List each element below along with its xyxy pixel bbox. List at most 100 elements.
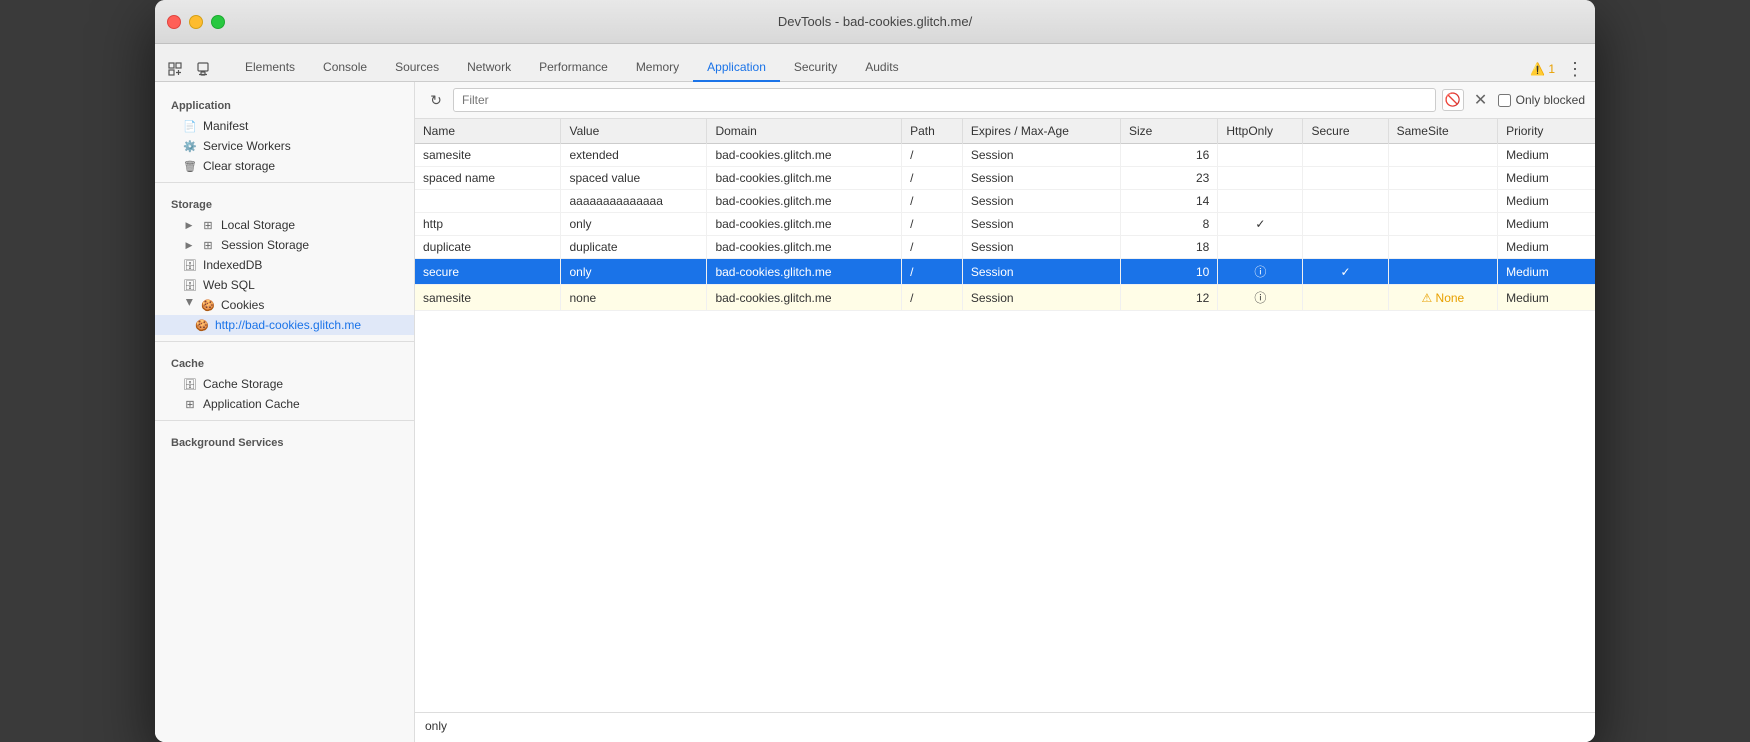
tab-sources[interactable]: Sources xyxy=(381,54,453,82)
table-row[interactable]: samesiteextendedbad-cookies.glitch.me/Se… xyxy=(415,144,1595,167)
table-cell xyxy=(1218,190,1303,213)
col-domain[interactable]: Domain xyxy=(707,119,902,144)
cache-storage-label: Cache Storage xyxy=(203,377,283,391)
table-cell: Medium xyxy=(1498,190,1595,213)
sidebar-item-indexeddb[interactable]: 🗄 IndexedDB xyxy=(155,255,414,275)
table-row[interactable]: aaaaaaaaaaaaaabad-cookies.glitch.me/Sess… xyxy=(415,190,1595,213)
tab-audits[interactable]: Audits xyxy=(851,54,912,82)
inspect-icon[interactable] xyxy=(163,57,187,81)
tab-network[interactable]: Network xyxy=(453,54,525,82)
col-priority[interactable]: Priority xyxy=(1498,119,1595,144)
table-cell: 12 xyxy=(1121,285,1218,311)
col-samesite[interactable]: SameSite xyxy=(1388,119,1497,144)
maximize-button[interactable] xyxy=(211,15,225,29)
cache-section-title: Cache xyxy=(155,348,414,374)
toolbar-icons xyxy=(163,57,215,81)
table-cell: 16 xyxy=(1121,144,1218,167)
table-cell xyxy=(1388,236,1497,259)
tab-security[interactable]: Security xyxy=(780,54,851,82)
table-cell: 14 xyxy=(1121,190,1218,213)
table-cell: Session xyxy=(962,285,1120,311)
sidebar-item-manifest[interactable]: 📄 Manifest xyxy=(155,116,414,136)
tab-elements[interactable]: Elements xyxy=(231,54,309,82)
expand-session-storage-icon: ▶ xyxy=(183,239,195,251)
table-cell: / xyxy=(902,167,963,190)
only-blocked-label[interactable]: Only blocked xyxy=(1498,93,1585,107)
col-secure[interactable]: Secure xyxy=(1303,119,1388,144)
background-services-title: Background Services xyxy=(155,427,414,453)
expand-local-storage-icon: ▶ xyxy=(183,219,195,231)
col-httponly[interactable]: HttpOnly xyxy=(1218,119,1303,144)
table-cell xyxy=(1303,285,1388,311)
web-sql-label: Web SQL xyxy=(203,278,255,292)
minimize-button[interactable] xyxy=(189,15,203,29)
table-cell: Medium xyxy=(1498,213,1595,236)
sidebar-divider-3 xyxy=(155,420,414,421)
cookies-icon: 🍪 xyxy=(201,298,215,312)
table-cell: 18 xyxy=(1121,236,1218,259)
storage-section-title: Storage xyxy=(155,189,414,215)
table-cell: bad-cookies.glitch.me xyxy=(707,144,902,167)
sidebar-item-clear-storage[interactable]: 🗑 Clear storage xyxy=(155,156,414,176)
refresh-button[interactable]: ↻ xyxy=(425,89,447,111)
warning-badge[interactable]: ⚠️ 1 xyxy=(1530,62,1555,76)
sidebar-item-web-sql[interactable]: 🗄 Web SQL xyxy=(155,275,414,295)
sidebar-divider-2 xyxy=(155,341,414,342)
col-value[interactable]: Value xyxy=(561,119,707,144)
tab-memory[interactable]: Memory xyxy=(622,54,693,82)
table-row[interactable]: httponlybad-cookies.glitch.me/Session8✓M… xyxy=(415,213,1595,236)
session-storage-label: Session Storage xyxy=(221,238,309,252)
table-cell: only xyxy=(561,213,707,236)
sidebar-item-local-storage[interactable]: ▶ ⊞ Local Storage xyxy=(155,215,414,235)
application-cache-icon: ⊞ xyxy=(183,397,197,411)
only-blocked-checkbox[interactable] xyxy=(1498,94,1511,107)
table-cell xyxy=(1303,213,1388,236)
application-section-title: Application xyxy=(155,90,414,116)
session-storage-icon: ⊞ xyxy=(201,238,215,252)
expand-cookies-icon: ▶ xyxy=(183,299,195,311)
sidebar-item-cache-storage[interactable]: 🗄 Cache Storage xyxy=(155,374,414,394)
more-options-icon[interactable]: ⋮ xyxy=(1563,57,1587,81)
table-cell xyxy=(1388,144,1497,167)
device-icon[interactable] xyxy=(191,57,215,81)
table-row[interactable]: secureonlybad-cookies.glitch.me/Session1… xyxy=(415,259,1595,285)
sidebar-item-session-storage[interactable]: ▶ ⊞ Session Storage xyxy=(155,235,414,255)
service-workers-label: Service Workers xyxy=(203,139,291,153)
col-expires[interactable]: Expires / Max-Age xyxy=(962,119,1120,144)
close-button[interactable] xyxy=(167,15,181,29)
cookie-url-icon: 🍪 xyxy=(195,318,209,332)
col-path[interactable]: Path xyxy=(902,119,963,144)
sidebar-divider-1 xyxy=(155,182,414,183)
table-row[interactable]: duplicateduplicatebad-cookies.glitch.me/… xyxy=(415,236,1595,259)
only-blocked-text: Only blocked xyxy=(1516,93,1585,107)
table-cell: duplicate xyxy=(415,236,561,259)
tabs-bar: ElementsConsoleSourcesNetworkPerformance… xyxy=(155,44,1595,82)
table-cell: Medium xyxy=(1498,259,1595,285)
cookies-table: Name Value Domain Path Expires / Max-Age… xyxy=(415,119,1595,311)
table-cell: samesite xyxy=(415,285,561,311)
table-row[interactable]: samesitenonebad-cookies.glitch.me/Sessio… xyxy=(415,285,1595,311)
tab-console[interactable]: Console xyxy=(309,54,381,82)
web-sql-icon: 🗄 xyxy=(183,278,197,292)
sidebar-item-cookies[interactable]: ▶ 🍪 Cookies xyxy=(155,295,414,315)
sidebar-item-service-workers[interactable]: ⚙️ Service Workers xyxy=(155,136,414,156)
table-cell: bad-cookies.glitch.me xyxy=(707,213,902,236)
sidebar-item-cookie-url[interactable]: 🍪 http://bad-cookies.glitch.me xyxy=(155,315,414,335)
titlebar: DevTools - bad-cookies.glitch.me/ xyxy=(155,0,1595,44)
table-cell: Session xyxy=(962,190,1120,213)
col-size[interactable]: Size xyxy=(1121,119,1218,144)
devtools-body: Application 📄 Manifest ⚙️ Service Worker… xyxy=(155,82,1595,742)
filter-input[interactable] xyxy=(453,88,1436,112)
tab-application[interactable]: Application xyxy=(693,54,780,82)
table-cell: Session xyxy=(962,236,1120,259)
block-cookies-button[interactable]: 🚫 xyxy=(1442,89,1464,111)
table-row[interactable]: spaced namespaced valuebad-cookies.glitc… xyxy=(415,167,1595,190)
table-cell xyxy=(1388,259,1497,285)
table-cell: aaaaaaaaaaaaaa xyxy=(561,190,707,213)
col-name[interactable]: Name xyxy=(415,119,561,144)
sidebar-item-application-cache[interactable]: ⊞ Application Cache xyxy=(155,394,414,414)
table-cell: spaced name xyxy=(415,167,561,190)
service-workers-icon: ⚙️ xyxy=(183,139,197,153)
tab-performance[interactable]: Performance xyxy=(525,54,622,82)
clear-filter-button[interactable]: ✕ xyxy=(1470,89,1492,111)
